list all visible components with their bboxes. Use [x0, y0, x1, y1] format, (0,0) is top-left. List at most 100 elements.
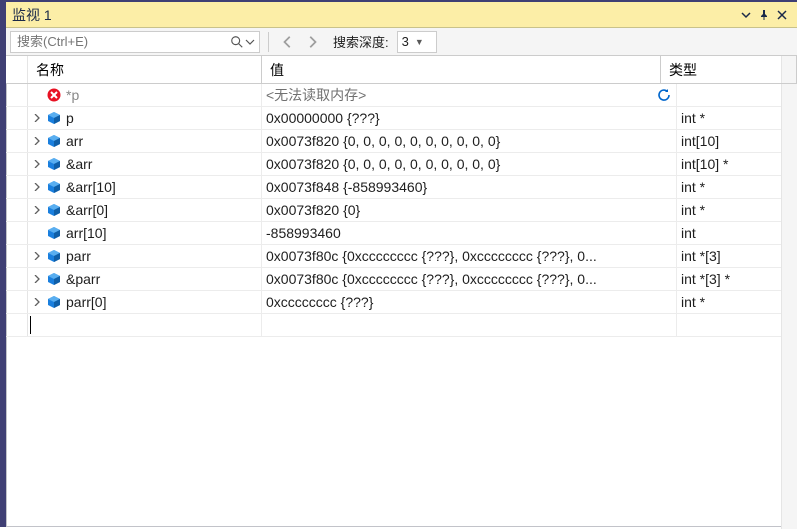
type-cell: [677, 314, 797, 336]
new-watch-input[interactable]: [28, 314, 262, 336]
variable-icon: [46, 133, 62, 149]
column-header-name[interactable]: 名称: [28, 56, 262, 83]
type-cell: int *: [677, 107, 797, 129]
name-cell[interactable]: &parr: [28, 268, 262, 290]
watch-row[interactable]: parr[0]0xcccccccc {???}int *: [6, 291, 797, 314]
watch-name: &arr[10]: [66, 179, 116, 195]
row-gutter: [6, 84, 28, 106]
name-cell[interactable]: p: [28, 107, 262, 129]
watch-row[interactable]: arr 0x0073f820 {0, 0, 0, 0, 0, 0, 0, 0, 0…: [6, 130, 797, 153]
nav-forward-button[interactable]: [301, 31, 323, 53]
variable-icon: [46, 202, 62, 218]
grid-header: 名称 值 类型: [6, 56, 797, 84]
refresh-icon[interactable]: [656, 87, 672, 103]
value-cell[interactable]: 0x0073f80c {0xcccccccc {???}, 0xcccccccc…: [262, 245, 677, 267]
search-depth-value: 3: [402, 34, 409, 49]
vertical-scrollbar[interactable]: [781, 84, 797, 529]
watch-row[interactable]: &arr[0]0x0073f820 {0} int *: [6, 199, 797, 222]
new-watch-row[interactable]: [6, 314, 797, 337]
watch-panel-frame: 监视 1 搜索深度: 3 ▼: [0, 0, 797, 527]
pin-icon[interactable]: [755, 6, 773, 24]
grid-body: *p<无法读取内存>p0x00000000 {???}int *arr0x007…: [6, 84, 797, 337]
value-cell[interactable]: -858993460: [262, 222, 677, 244]
value-cell[interactable]: 0x0073f820 {0}: [262, 199, 677, 221]
watch-row[interactable]: &parr 0x0073f80c {0xcccccccc {???}, 0xccc…: [6, 268, 797, 291]
variable-icon: [46, 156, 62, 172]
variable-icon: [46, 110, 62, 126]
gutter-header: [6, 56, 28, 83]
error-icon: [46, 87, 62, 103]
value-cell[interactable]: 0x0073f848 {-858993460}: [262, 176, 677, 198]
variable-icon: [46, 294, 62, 310]
row-gutter: [6, 107, 28, 129]
search-dropdown-icon[interactable]: [245, 34, 255, 50]
type-cell: int *: [677, 199, 797, 221]
name-cell[interactable]: arr: [28, 130, 262, 152]
window-dropdown-icon[interactable]: [737, 6, 755, 24]
row-gutter: [6, 222, 28, 244]
expand-toggle[interactable]: [32, 159, 42, 169]
row-gutter: [6, 153, 28, 175]
watch-value: 0x0073f820 {0, 0, 0, 0, 0, 0, 0, 0, 0, 0…: [266, 133, 500, 149]
variable-icon: [46, 225, 62, 241]
row-gutter: [6, 245, 28, 267]
search-box[interactable]: [10, 31, 260, 53]
watch-name: arr[10]: [66, 225, 106, 241]
type-cell: [677, 84, 797, 106]
type-cell: int *: [677, 291, 797, 313]
value-cell[interactable]: 0x0073f820 {0, 0, 0, 0, 0, 0, 0, 0, 0, 0…: [262, 153, 677, 175]
watch-row[interactable]: parr 0x0073f80c {0xcccccccc {???}, 0xcccc…: [6, 245, 797, 268]
watch-name: parr: [66, 248, 91, 264]
variable-icon: [46, 248, 62, 264]
type-cell: int *[3] *: [677, 268, 797, 290]
expand-toggle[interactable]: [32, 205, 42, 215]
search-icon[interactable]: [229, 34, 245, 50]
watch-grid: 名称 值 类型 *p<无法读取内存>p0x00000000 {???}int *…: [6, 56, 797, 529]
watch-row[interactable]: *p<无法读取内存>: [6, 84, 797, 107]
variable-icon: [46, 179, 62, 195]
value-cell[interactable]: 0x00000000 {???}: [262, 107, 677, 129]
watch-value: 0x0073f80c {0xcccccccc {???}, 0xcccccccc…: [266, 271, 597, 287]
watch-row[interactable]: arr[10]-858993460int: [6, 222, 797, 245]
close-icon[interactable]: [773, 6, 791, 24]
toolbar-separator: [268, 32, 269, 52]
toolbar: 搜索深度: 3 ▼: [6, 28, 797, 56]
column-header-value[interactable]: 值: [262, 56, 661, 83]
panel-titlebar: 监视 1: [6, 2, 797, 28]
value-cell[interactable]: 0xcccccccc {???}: [262, 291, 677, 313]
expand-toggle[interactable]: [32, 136, 42, 146]
name-cell[interactable]: &arr[10]: [28, 176, 262, 198]
expand-toggle[interactable]: [32, 113, 42, 123]
name-cell[interactable]: parr: [28, 245, 262, 267]
value-cell[interactable]: <无法读取内存>: [262, 84, 677, 106]
type-cell: int *: [677, 176, 797, 198]
value-cell[interactable]: 0x0073f820 {0, 0, 0, 0, 0, 0, 0, 0, 0, 0…: [262, 130, 677, 152]
expand-toggle[interactable]: [32, 274, 42, 284]
name-cell[interactable]: parr[0]: [28, 291, 262, 313]
row-gutter: [6, 268, 28, 290]
watch-name: &parr: [66, 271, 100, 287]
nav-back-button[interactable]: [277, 31, 299, 53]
watch-row[interactable]: &arr[10] 0x0073f848 {-858993460}int *: [6, 176, 797, 199]
value-cell: [262, 314, 677, 336]
watch-name: p: [66, 110, 74, 126]
expand-toggle[interactable]: [32, 251, 42, 261]
search-input[interactable]: [15, 33, 229, 50]
name-cell[interactable]: &arr[0]: [28, 199, 262, 221]
name-cell[interactable]: &arr: [28, 153, 262, 175]
watch-value: -858993460: [266, 225, 341, 241]
name-cell[interactable]: arr[10]: [28, 222, 262, 244]
name-cell[interactable]: *p: [28, 84, 262, 106]
watch-name: &arr: [66, 156, 92, 172]
column-header-type[interactable]: 类型: [661, 56, 781, 83]
expand-toggle[interactable]: [32, 182, 42, 192]
search-depth-selector[interactable]: 3 ▼: [397, 31, 437, 53]
watch-row[interactable]: p 0x00000000 {???}int *: [6, 107, 797, 130]
watch-value: 0x0073f820 {0}: [266, 202, 360, 218]
watch-row[interactable]: &arr 0x0073f820 {0, 0, 0, 0, 0, 0, 0, 0, …: [6, 153, 797, 176]
expand-toggle[interactable]: [32, 297, 42, 307]
row-gutter: [6, 291, 28, 313]
watch-name: arr: [66, 133, 83, 149]
value-cell[interactable]: 0x0073f80c {0xcccccccc {???}, 0xcccccccc…: [262, 268, 677, 290]
row-gutter: [6, 176, 28, 198]
